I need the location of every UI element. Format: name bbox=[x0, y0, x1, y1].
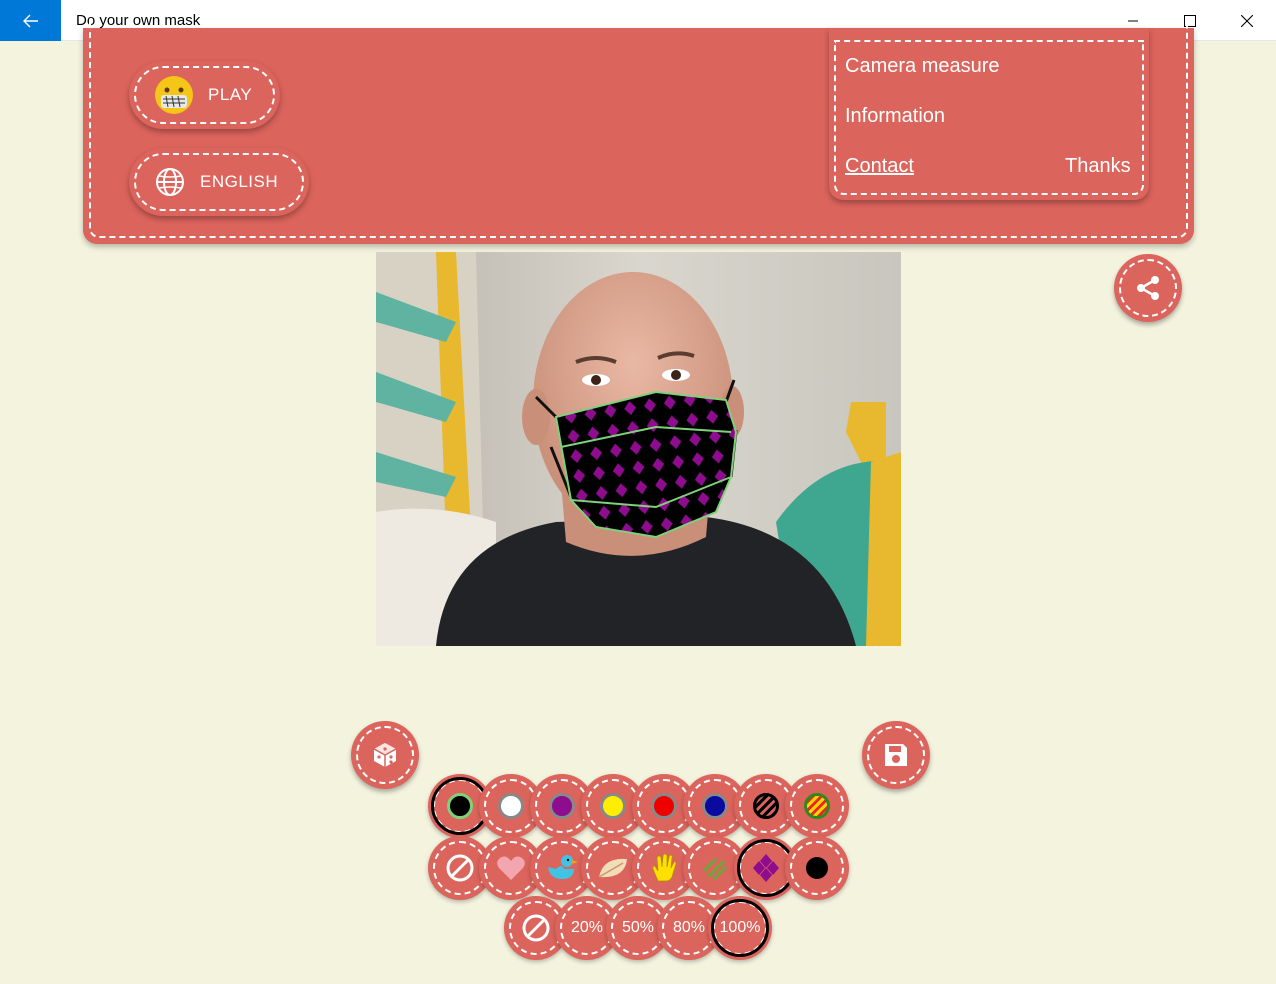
close-button[interactable] bbox=[1218, 0, 1275, 41]
color-white-swatch bbox=[498, 793, 524, 819]
globe-icon bbox=[156, 168, 184, 196]
color-rainbow-stripes-swatch bbox=[804, 793, 830, 819]
heart-icon bbox=[497, 856, 525, 880]
floppy-disk-icon bbox=[885, 744, 907, 766]
play-label: PLAY bbox=[208, 85, 253, 104]
diamonds-icon bbox=[753, 854, 779, 882]
camera-measure-link[interactable]: Camera measure bbox=[845, 55, 1000, 78]
dice-icon bbox=[373, 743, 397, 767]
hand-icon bbox=[652, 853, 677, 882]
camera-preview[interactable] bbox=[376, 252, 901, 646]
no-pattern-icon bbox=[446, 854, 474, 882]
menu-panel: Camera measure Information Contact Thank… bbox=[829, 28, 1149, 200]
diagonal-stripes-icon bbox=[702, 857, 728, 881]
contact-link[interactable]: Contact bbox=[845, 155, 914, 178]
close-icon bbox=[1240, 14, 1253, 27]
leaf-icon bbox=[598, 858, 627, 878]
color-red-swatch bbox=[651, 793, 677, 819]
share-button[interactable] bbox=[1114, 254, 1182, 322]
pattern-dots-button[interactable] bbox=[785, 836, 849, 900]
color-rainbow-stripes-button[interactable] bbox=[785, 774, 849, 838]
color-black-swatch bbox=[447, 793, 473, 819]
thanks-link[interactable]: Thanks bbox=[1065, 155, 1131, 178]
language-button[interactable]: ENGLISH bbox=[129, 148, 309, 216]
dot-icon bbox=[806, 857, 828, 879]
opacity-100-button[interactable]: 100% bbox=[708, 896, 772, 960]
opacity-100-label: 100% bbox=[719, 919, 761, 936]
share-icon bbox=[1137, 276, 1159, 300]
opacity-80-label: 80% bbox=[672, 919, 706, 936]
save-button[interactable] bbox=[862, 721, 930, 789]
random-button[interactable] bbox=[351, 721, 419, 789]
language-label: ENGLISH bbox=[200, 172, 279, 191]
duck-icon bbox=[548, 855, 578, 879]
camera-scene bbox=[376, 252, 901, 646]
opacity-50-label: 50% bbox=[621, 919, 655, 936]
color-purple-swatch bbox=[549, 793, 575, 819]
color-blue-swatch bbox=[702, 793, 728, 819]
arrow-left-icon bbox=[22, 14, 38, 27]
color-black-stripes-swatch bbox=[753, 793, 779, 819]
no-opacity-icon bbox=[522, 914, 550, 942]
opacity-20-label: 20% bbox=[570, 919, 604, 936]
information-link[interactable]: Information bbox=[845, 105, 945, 128]
back-button[interactable] bbox=[0, 0, 61, 41]
play-button[interactable]: PLAY bbox=[129, 61, 280, 129]
color-yellow-swatch bbox=[600, 793, 626, 819]
mask-face-emoji-icon bbox=[155, 76, 193, 114]
